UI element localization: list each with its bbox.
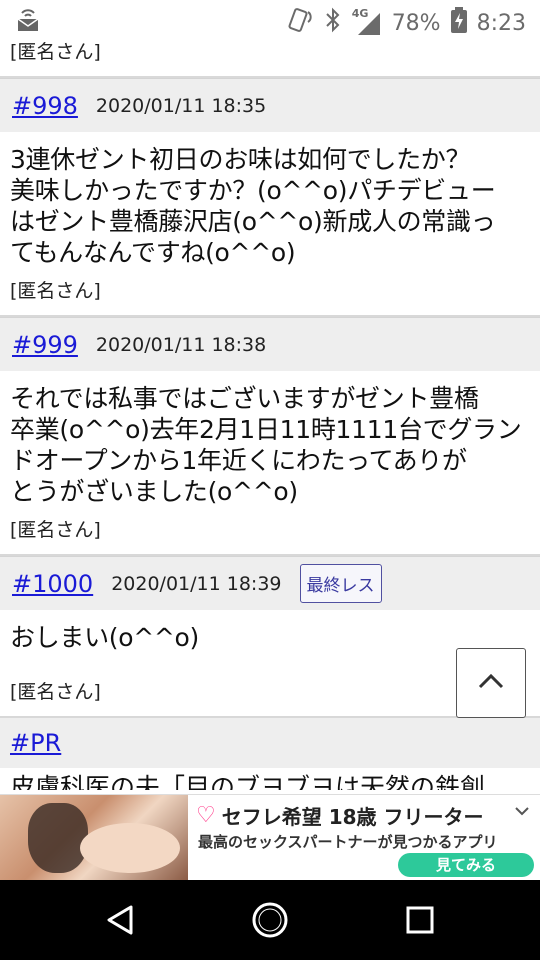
post: #998 2020/01/11 18:35 3連休ゼント初日のお味は如何でしたか…	[0, 78, 540, 317]
post-header: #998 2020/01/11 18:35	[0, 78, 540, 132]
post-body-line: おしまい(o^^o)	[10, 623, 199, 652]
post-header: #999 2020/01/11 18:38	[0, 317, 540, 371]
recents-icon	[406, 906, 434, 934]
bluetooth-icon	[324, 7, 342, 39]
scroll-to-top-button[interactable]	[456, 648, 526, 718]
home-button[interactable]	[250, 900, 290, 940]
post-body-line: はゼント豊橋藤沢店(o^^o)新成人の常識っ	[10, 207, 496, 236]
post-number-link[interactable]: #999	[12, 331, 78, 359]
signal-4g-icon: 4G	[352, 7, 382, 37]
vibrate-icon	[286, 6, 314, 40]
back-button[interactable]	[100, 900, 140, 940]
ad-subtitle: 最高のセックスパートナーが見つかるアプリ	[198, 833, 498, 851]
message-notification-icon	[16, 9, 40, 35]
poster-name: [匿名さん]	[10, 280, 101, 302]
last-post-badge: 最終レス	[299, 564, 382, 603]
post-number-link[interactable]: #998	[12, 92, 78, 120]
post-date: 2020/01/11 18:38	[95, 333, 267, 356]
recents-button[interactable]	[400, 900, 440, 940]
battery-icon	[450, 7, 467, 39]
ad-image[interactable]	[0, 795, 188, 881]
post-date: 2020/01/11 18:35	[95, 94, 267, 117]
post-body: それでは私事ではございますがゼント豊橋 卒業(o^^o)去年2月1日11時111…	[0, 371, 540, 515]
heart-icon: ♡	[196, 803, 216, 828]
post-body-line: 3連休ゼント初日のお味は如何でしたか？	[10, 145, 471, 174]
ad-cta-button[interactable]: 見てみる	[398, 853, 534, 877]
ad-title-text: セフレ希望 18歳 フリーター	[221, 805, 484, 829]
poster-name: [匿名さん]	[10, 519, 101, 541]
battery-percent: 78%	[391, 10, 441, 36]
status-bar: 4G 78% 8:23	[0, 0, 540, 40]
post-body-line: 卒業(o^^o)去年2月1日11時1111台でグラン	[10, 415, 522, 444]
chevron-up-icon	[477, 672, 505, 694]
post-body-line: ドオープンから1年近くにわたってありが	[10, 446, 467, 475]
chevron-down-icon[interactable]	[514, 801, 530, 822]
post-body-line: それでは私事ではございますがゼント豊橋	[10, 384, 479, 413]
home-icon	[252, 902, 288, 938]
pr-header: #PR	[0, 718, 540, 768]
post-body-line: とうがざいました(o^^o)	[10, 477, 298, 506]
back-icon	[107, 905, 133, 935]
ad-title[interactable]: ♡ セフレ希望 18歳 フリーター	[196, 801, 484, 830]
divider	[0, 70, 540, 78]
post-body: 3連休ゼント初日のお味は如何でしたか？ 美味しかったですか？(o^^o)パチデビ…	[0, 132, 540, 276]
clock: 8:23	[476, 10, 526, 36]
poster-name: [匿名さん]	[10, 41, 101, 63]
post-body-line: 美味しかったですか？(o^^o)パチデビュー	[10, 176, 496, 205]
pr-text[interactable]: 皮膚科医の夫「目のブヨブヨは天然の鉄創	[0, 768, 540, 790]
post-date: 2020/01/11 18:39	[111, 572, 282, 595]
ad-banner[interactable]: ♡ セフレ希望 18歳 フリーター 最高のセックスパートナーが見つかるアプリ 見…	[0, 794, 540, 881]
post-header: #1000 2020/01/11 18:39 最終レス	[0, 556, 540, 610]
navigation-bar	[0, 880, 540, 960]
pr-link[interactable]: #PR	[10, 729, 61, 757]
post-body-line: てもんなんですね(o^^o)	[10, 238, 296, 267]
post: #999 2020/01/11 18:38 それでは私事ではございますがゼント豊…	[0, 317, 540, 556]
post-number-link[interactable]: #1000	[12, 570, 93, 598]
